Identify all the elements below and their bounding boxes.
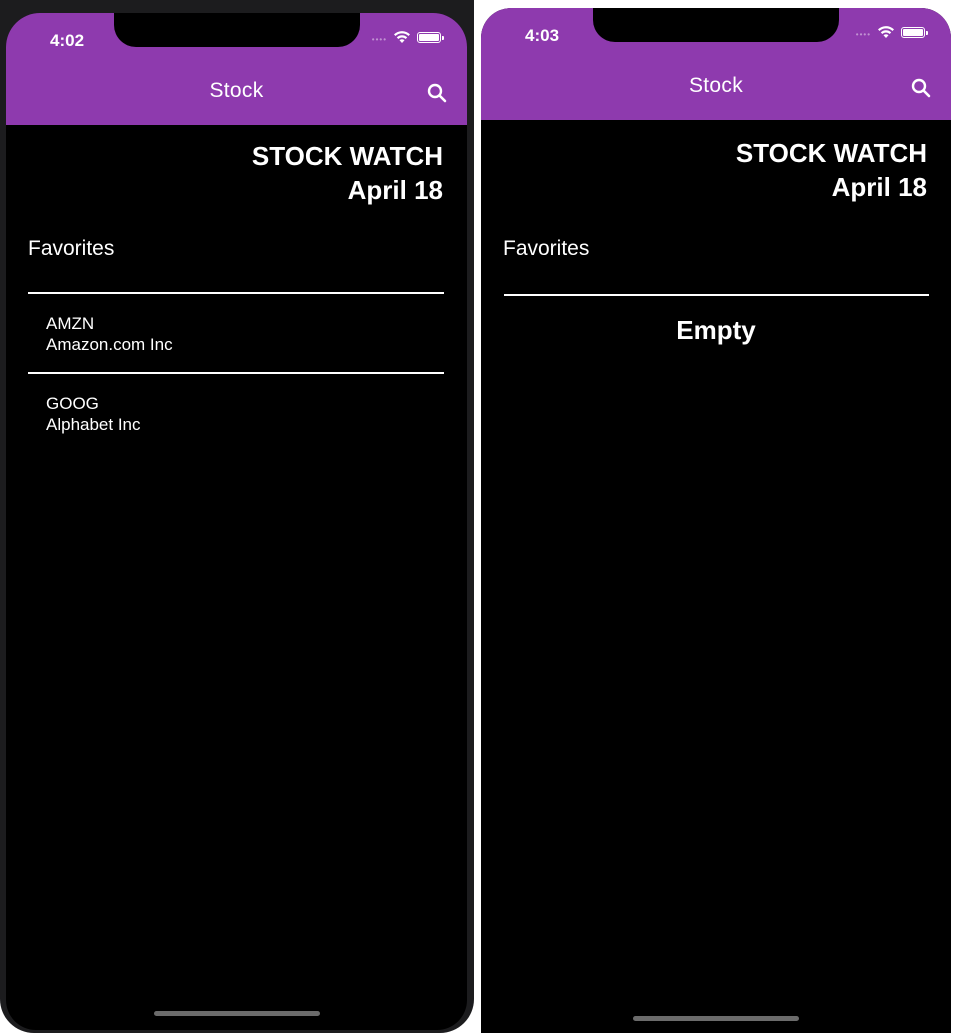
notch bbox=[593, 8, 839, 42]
stock-watch-header: STOCK WATCH April 18 bbox=[736, 136, 927, 204]
wifi-icon bbox=[394, 31, 410, 43]
list-item-goog[interactable]: GOOG Alphabet Inc bbox=[46, 393, 141, 435]
header-date: April 18 bbox=[347, 175, 443, 205]
screen-right: 4:03 •••• Stock STOCK WATCH April 18 Fav… bbox=[481, 8, 951, 1033]
stock-name: Amazon.com Inc bbox=[46, 335, 173, 354]
app-bar: 4:03 •••• Stock bbox=[481, 8, 951, 120]
favorites-label: Favorites bbox=[28, 237, 115, 260]
home-indicator[interactable] bbox=[633, 1016, 799, 1021]
stock-symbol: GOOG bbox=[46, 394, 99, 413]
divider bbox=[504, 294, 929, 296]
stock-symbol: AMZN bbox=[46, 314, 95, 333]
notch bbox=[113, 13, 360, 47]
status-time: 4:03 bbox=[525, 26, 560, 45]
search-icon[interactable] bbox=[909, 76, 933, 100]
header-date: April 18 bbox=[831, 172, 927, 202]
battery-icon bbox=[417, 31, 444, 43]
empty-state-text: Empty bbox=[676, 315, 756, 345]
divider bbox=[28, 292, 444, 294]
status-time: 4:02 bbox=[50, 31, 85, 50]
app-title: Stock bbox=[209, 79, 264, 102]
list-item-amzn[interactable]: AMZN Amazon.com Inc bbox=[46, 313, 173, 355]
signal-dots-icon: •••• bbox=[855, 30, 871, 39]
status-icons: •••• bbox=[855, 25, 928, 39]
header-title: STOCK WATCH bbox=[251, 141, 443, 171]
wifi-icon bbox=[878, 26, 894, 38]
signal-dots-icon: •••• bbox=[371, 35, 387, 44]
battery-icon bbox=[901, 26, 928, 38]
phone-screen-left: 4:02 •••• Stock STOCK WATCH April 18 Fav… bbox=[0, 0, 474, 1033]
screen-left: 4:02 •••• Stock STOCK WATCH April 18 Fav… bbox=[6, 13, 467, 1030]
divider bbox=[28, 372, 444, 374]
phone-screen-right: 4:03 •••• Stock STOCK WATCH April 18 Fav… bbox=[479, 0, 962, 1033]
stock-watch-header: STOCK WATCH April 18 bbox=[252, 139, 443, 207]
app-title: Stock bbox=[688, 74, 744, 97]
status-icons: •••• bbox=[371, 30, 444, 44]
search-icon[interactable] bbox=[425, 81, 449, 105]
favorites-label: Favorites bbox=[503, 237, 590, 260]
app-bar: 4:02 •••• Stock bbox=[6, 13, 467, 125]
header-title: STOCK WATCH bbox=[735, 138, 927, 168]
home-indicator[interactable] bbox=[153, 1011, 320, 1016]
stock-name: Alphabet Inc bbox=[46, 415, 141, 434]
